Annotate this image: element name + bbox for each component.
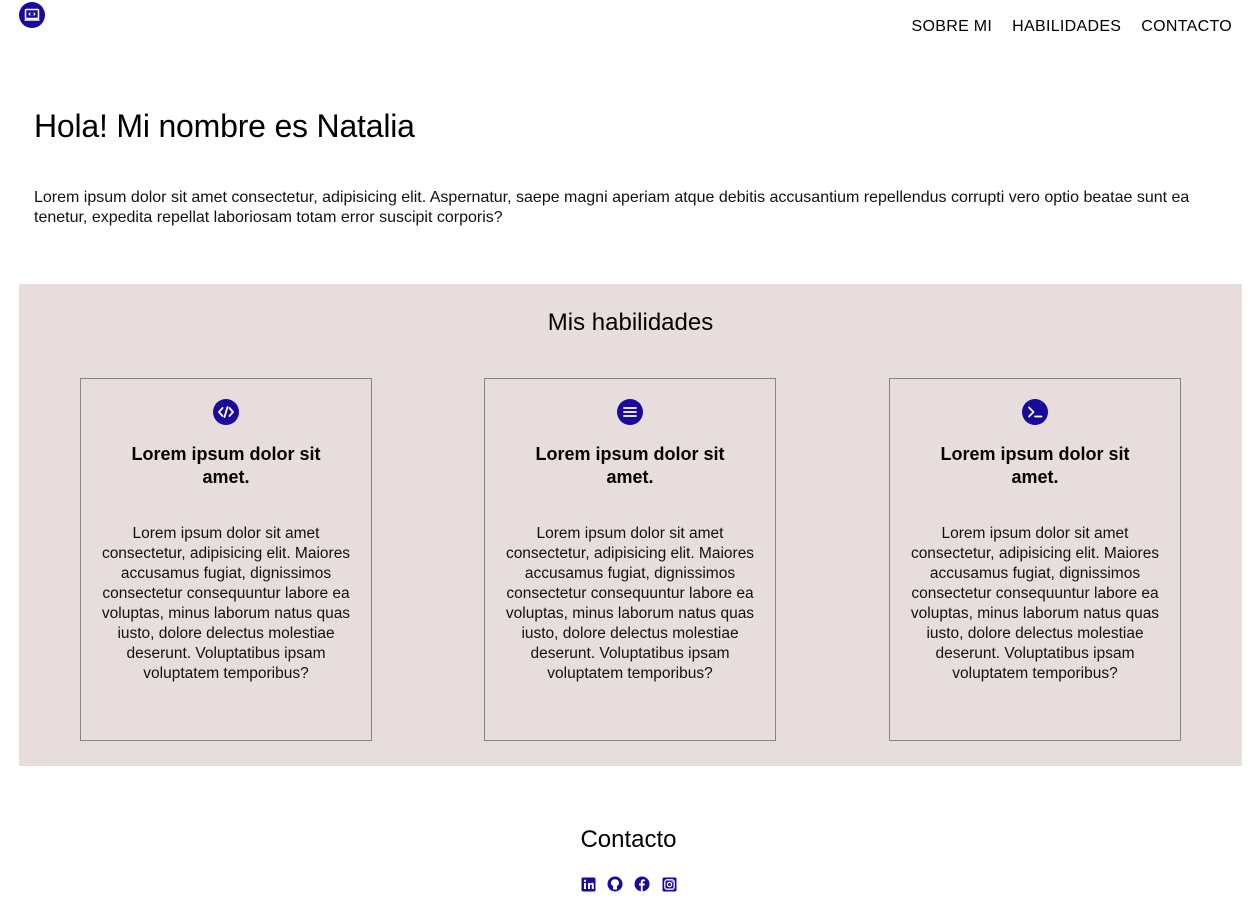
skill-card-text: Lorem ipsum dolor sit amet consectetur, …	[910, 525, 1160, 682]
skill-card: Lorem ipsum dolor sit amet. Lorem ipsum …	[889, 378, 1181, 741]
hero-title: Hola! Mi nombre es Natalia	[34, 108, 415, 144]
facebook-icon[interactable]	[634, 876, 650, 892]
skill-card-title: Lorem ipsum dolor sit amet.	[535, 444, 725, 487]
list-icon	[617, 399, 643, 425]
code-icon	[213, 399, 239, 425]
nav-link-contacto[interactable]: CONTACTO	[1141, 18, 1232, 36]
instagram-icon[interactable]	[661, 876, 677, 892]
nav-link-habilidades[interactable]: HABILIDADES	[1012, 18, 1121, 36]
contact-title: Contacto	[580, 826, 677, 853]
skill-card-text: Lorem ipsum dolor sit amet consectetur, …	[505, 525, 755, 682]
skill-card: Lorem ipsum dolor sit amet. Lorem ipsum …	[80, 378, 372, 741]
terminal-icon	[1022, 399, 1048, 425]
nav-link-sobre-mi[interactable]: SOBRE MI	[912, 18, 993, 36]
logo-icon[interactable]	[19, 2, 45, 28]
skills-section: Mis habilidades Lorem ipsum dolor sit am…	[19, 284, 1242, 766]
github-icon[interactable]	[607, 876, 623, 892]
main-nav: SOBRE MI HABILIDADES CONTACTO	[912, 18, 1232, 36]
skills-title: Mis habilidades	[547, 309, 714, 336]
skill-card-title: Lorem ipsum dolor sit amet.	[940, 444, 1130, 487]
hero-text: Lorem ipsum dolor sit amet consectetur, …	[34, 189, 1190, 226]
social-links	[0, 876, 1257, 892]
skill-card-text: Lorem ipsum dolor sit amet consectetur, …	[101, 525, 351, 682]
linkedin-icon[interactable]	[580, 876, 596, 892]
skill-card: Lorem ipsum dolor sit amet. Lorem ipsum …	[484, 378, 776, 741]
skill-card-title: Lorem ipsum dolor sit amet.	[131, 444, 321, 487]
